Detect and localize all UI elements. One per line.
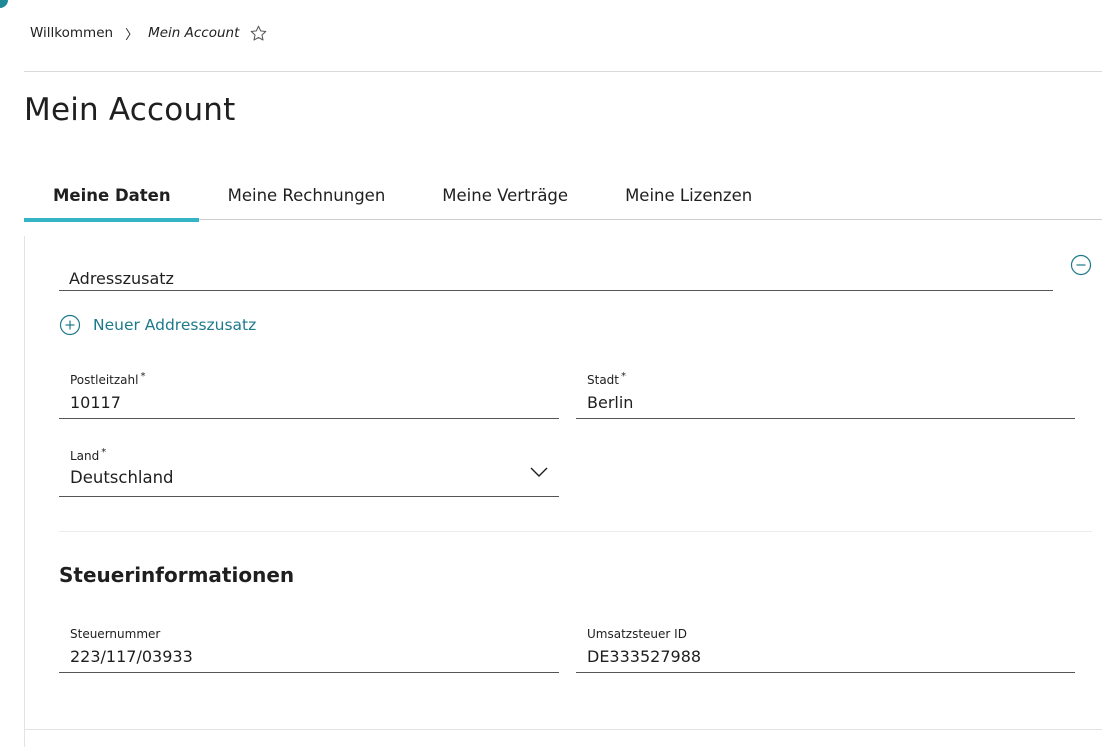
tab-meine-daten[interactable]: Meine Daten	[24, 174, 199, 222]
tax-number-input[interactable]	[70, 647, 495, 666]
postal-code-field[interactable]: Postleitzahl *	[59, 370, 559, 419]
country-label: Land *	[70, 447, 107, 463]
country-select[interactable]: Land * Deutschland	[59, 446, 559, 497]
city-label: Stadt *	[587, 371, 626, 387]
postal-code-input[interactable]	[70, 393, 495, 412]
postal-code-label: Postleitzahl *	[70, 371, 146, 387]
header-divider	[24, 71, 1102, 72]
plus-circle-icon	[59, 314, 81, 336]
city-input[interactable]	[587, 393, 1012, 412]
country-selected-value: Deutschland	[70, 468, 174, 487]
favorite-star-icon[interactable]	[249, 24, 268, 43]
breadcrumb-home-link[interactable]: Willkommen	[30, 25, 113, 41]
tab-meine-vertraege[interactable]: Meine Verträge	[413, 174, 596, 220]
corner-accent	[0, 0, 8, 8]
breadcrumb-separator: 〉	[125, 27, 139, 43]
page-title: Mein Account	[24, 92, 236, 128]
account-page: Willkommen 〉 Mein Account Mein Account M…	[0, 0, 1102, 747]
breadcrumb-current: Mein Account	[148, 25, 240, 41]
breadcrumb: Willkommen 〉 Mein Account	[30, 22, 268, 44]
vat-id-field[interactable]: Umsatzsteuer ID	[576, 624, 1075, 673]
account-tabs: Meine Daten Meine Rechnungen Meine Vertr…	[24, 174, 1102, 222]
panel-border	[24, 236, 25, 747]
tax-section-heading: Steuerinformationen	[59, 563, 295, 587]
city-field[interactable]: Stadt *	[576, 370, 1075, 419]
remove-address-addition-icon[interactable]	[1070, 254, 1092, 276]
chevron-down-icon[interactable]	[529, 463, 549, 482]
bottom-divider	[24, 729, 1102, 730]
tab-meine-lizenzen[interactable]: Meine Lizenzen	[596, 174, 780, 220]
add-address-addition-button[interactable]: Neuer Addresszusatz	[59, 313, 256, 337]
vat-id-label: Umsatzsteuer ID	[587, 627, 687, 641]
section-divider	[59, 531, 1092, 532]
tax-number-field[interactable]: Steuernummer	[59, 624, 559, 673]
address-addition-field[interactable]	[59, 246, 1053, 291]
add-address-addition-label: Neuer Addresszusatz	[93, 316, 257, 334]
tab-meine-rechnungen[interactable]: Meine Rechnungen	[199, 174, 414, 220]
tax-number-label: Steuernummer	[70, 627, 161, 641]
address-addition-input[interactable]	[69, 269, 914, 288]
vat-id-input[interactable]	[587, 647, 1012, 666]
